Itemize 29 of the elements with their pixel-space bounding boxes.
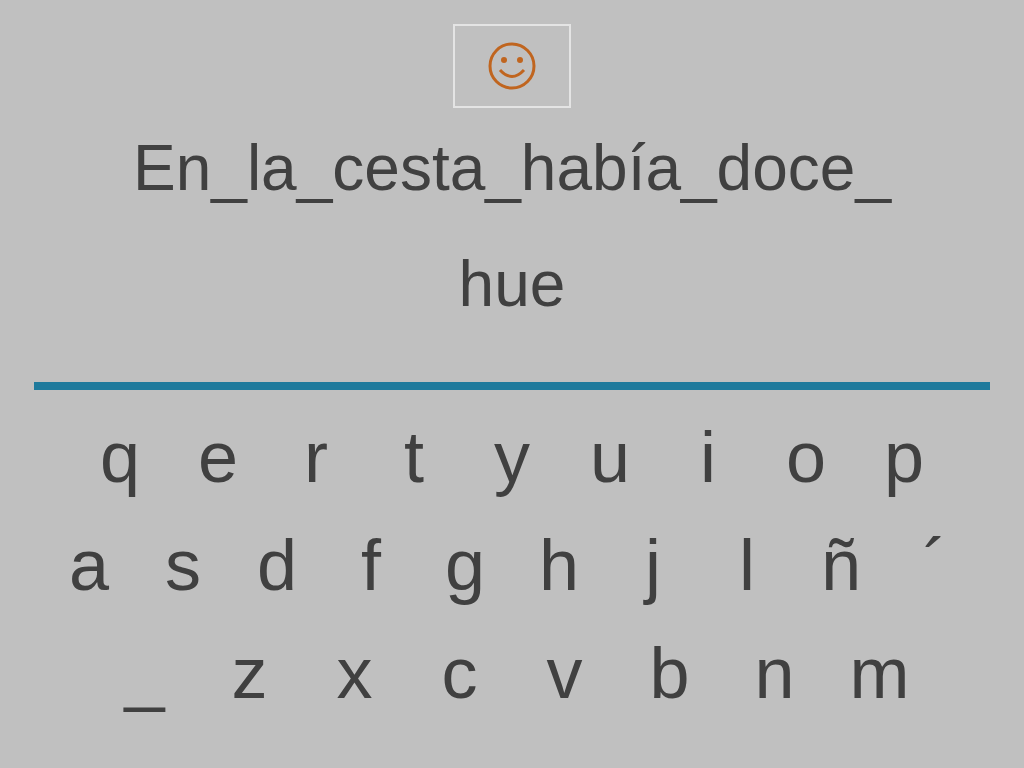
letter-key[interactable]: q <box>71 416 169 498</box>
letter-key[interactable]: g <box>418 524 512 606</box>
letter-key[interactable]: s <box>136 524 230 606</box>
letter-key[interactable]: _ <box>92 632 197 714</box>
letter-key[interactable]: m <box>827 632 932 714</box>
letter-key[interactable]: v <box>512 632 617 714</box>
letter-key[interactable]: y <box>463 416 561 498</box>
letter-key[interactable]: ´ <box>888 524 982 606</box>
letter-key[interactable]: d <box>230 524 324 606</box>
letter-key[interactable]: j <box>606 524 700 606</box>
letter-key[interactable]: t <box>365 416 463 498</box>
letter-key[interactable]: h <box>512 524 606 606</box>
letter-key[interactable]: a <box>42 524 136 606</box>
letter-key[interactable]: e <box>169 416 267 498</box>
letter-key[interactable]: l <box>700 524 794 606</box>
letter-key[interactable]: p <box>855 416 953 498</box>
letter-key[interactable]: c <box>407 632 512 714</box>
smiley-icon <box>487 41 537 91</box>
letter-key[interactable]: i <box>659 416 757 498</box>
letter-key[interactable]: ñ <box>794 524 888 606</box>
letter-key[interactable]: o <box>757 416 855 498</box>
letter-key[interactable]: n <box>722 632 827 714</box>
answer-text: hue <box>457 252 567 316</box>
letter-key[interactable]: z <box>197 632 302 714</box>
letter-key[interactable]: u <box>561 416 659 498</box>
letter-key[interactable]: x <box>302 632 407 714</box>
letter-key[interactable]: r <box>267 416 365 498</box>
letter-key[interactable]: f <box>324 524 418 606</box>
letter-key[interactable]: b <box>617 632 722 714</box>
